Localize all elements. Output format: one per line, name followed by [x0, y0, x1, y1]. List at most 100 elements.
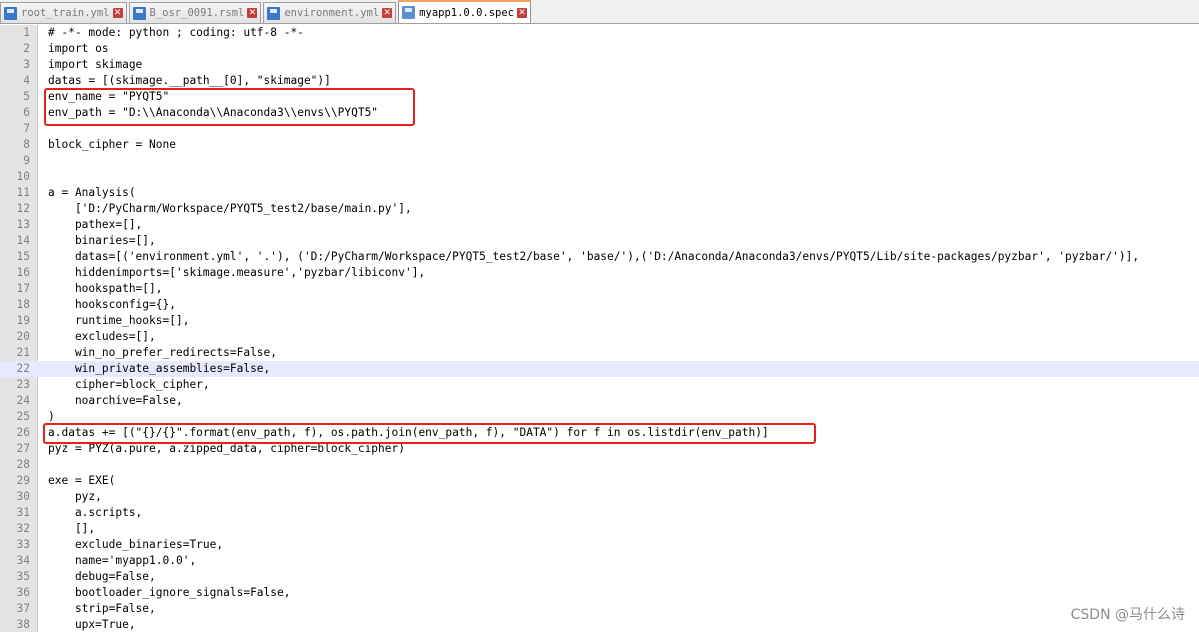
line-number: 13 — [16, 218, 30, 231]
code-text: [], — [48, 522, 96, 535]
line-number: 18 — [16, 298, 30, 311]
line-number: 3 — [23, 58, 30, 71]
code-text: datas = [(skimage.__path__[0], "skimage"… — [48, 74, 331, 87]
code-text: pathex=[], — [48, 218, 143, 231]
code-line[interactable]: 8 block_cipher = None — [0, 137, 1199, 153]
code-text: noarchive=False, — [48, 394, 183, 407]
code-line[interactable]: 36 bootloader_ignore_signals=False, — [0, 585, 1199, 601]
code-line[interactable]: 27 pyz = PYZ(a.pure, a.zipped_data, ciphe… — [0, 441, 1199, 457]
watermark: CSDN @马什么诗 — [1070, 607, 1185, 623]
code-line[interactable]: 6 env_path = "D:\\Anaconda\\Anaconda3\\en… — [0, 105, 1199, 121]
code-text: upx=True, — [48, 618, 136, 631]
code-line[interactable]: 25) — [0, 409, 1199, 425]
tab-label: root_train.yml — [21, 7, 110, 19]
code-line[interactable]: 32 [], — [0, 521, 1199, 537]
line-number: 33 — [16, 538, 30, 551]
code-text: hookspath=[], — [48, 282, 163, 295]
code-line[interactable]: 30 pyz, — [0, 489, 1199, 505]
code-text: import os — [48, 42, 109, 55]
line-number: 16 — [16, 266, 30, 279]
line-number: 35 — [16, 570, 30, 583]
code-text: runtime_hooks=[], — [48, 314, 190, 327]
tab-label: environment.yml — [284, 7, 380, 19]
code-line[interactable]: 14 binaries=[], — [0, 233, 1199, 249]
code-line[interactable]: 5 env_name = "PYQT5" — [0, 89, 1199, 105]
code-line[interactable]: 3 import skimage — [0, 57, 1199, 73]
file-icon — [4, 6, 17, 20]
close-icon[interactable]: ✕ — [247, 8, 258, 18]
code-line[interactable]: 31 a.scripts, — [0, 505, 1199, 521]
code-line[interactable]: 19 runtime_hooks=[], — [0, 313, 1199, 329]
code-line[interactable]: 38 upx=True, — [0, 617, 1199, 632]
line-number: 23 — [16, 378, 30, 391]
line-number: 8 — [23, 138, 30, 151]
code-line[interactable]: 35 debug=False, — [0, 569, 1199, 585]
code-text: cipher=block_cipher, — [48, 378, 210, 391]
tab-environment-yml[interactable]: environment.yml ✕ — [263, 2, 397, 23]
code-line[interactable]: 33 exclude_binaries=True, — [0, 537, 1199, 553]
line-number: 20 — [16, 330, 30, 343]
tab-root-train-yml[interactable]: root_train.yml ✕ — [0, 2, 127, 23]
line-number: 22 — [16, 362, 30, 375]
code-text: debug=False, — [48, 570, 156, 583]
tab-label: B_osr_0091.rsml — [149, 7, 245, 19]
line-number: 1 — [23, 26, 30, 39]
line-number: 15 — [16, 250, 30, 263]
code-line[interactable]: 34 name='myapp1.0.0', — [0, 553, 1199, 569]
line-number: 7 — [23, 122, 30, 135]
code-text: exe = EXE( — [48, 474, 116, 487]
code-line[interactable]: 23 cipher=block_cipher, — [0, 377, 1199, 393]
code-line[interactable]: 20 excludes=[], — [0, 329, 1199, 345]
tab-myapp-spec[interactable]: myapp1.0.0.spec ✕ — [398, 0, 531, 23]
code-line[interactable]: 2 import os — [0, 41, 1199, 57]
tab-b-osr-0091-rsml[interactable]: B_osr_0091.rsml ✕ — [128, 2, 262, 23]
code-line[interactable]: 11 a = Analysis( — [0, 185, 1199, 201]
code-line[interactable]: 1 # -*- mode: python ; coding: utf-8 -*- — [0, 25, 1199, 41]
line-number: 17 — [16, 282, 30, 295]
file-icon — [402, 6, 416, 19]
code-text: exclude_binaries=True, — [48, 538, 224, 551]
code-text: hooksconfig={}, — [48, 298, 176, 311]
code-text: datas=[('environment.yml', '.'), ('D:/Py… — [48, 250, 1140, 263]
code-line[interactable]: 24 noarchive=False, — [0, 393, 1199, 409]
line-number: 26 — [16, 426, 30, 439]
code-line[interactable]: 12 ['D:/PyCharm/Workspace/PYQT5_test2/ba… — [0, 201, 1199, 217]
code-line[interactable]: 9 — [0, 153, 1199, 169]
close-icon[interactable]: ✕ — [517, 7, 527, 18]
line-number: 25 — [16, 410, 30, 423]
code-line[interactable]: 28 — [0, 457, 1199, 473]
line-number: 27 — [16, 442, 30, 455]
code-line[interactable]: 22 win_private_assemblies=False, — [0, 361, 1199, 377]
code-lines: 1 # -*- mode: python ; coding: utf-8 -*- 2… — [0, 25, 1199, 632]
close-icon[interactable]: ✕ — [112, 8, 123, 18]
code-line[interactable]: 13 pathex=[], — [0, 217, 1199, 233]
code-text: ['D:/PyCharm/Workspace/PYQT5_test2/base/… — [48, 202, 412, 215]
code-editor[interactable]: 1 # -*- mode: python ; coding: utf-8 -*- 2… — [0, 25, 1199, 632]
code-line[interactable]: 26 a.datas += [("{}/{}".format(env_path, … — [0, 425, 1199, 441]
code-text: bootloader_ignore_signals=False, — [48, 586, 291, 599]
code-line[interactable]: 10 — [0, 169, 1199, 185]
code-text: ) — [48, 410, 55, 423]
code-line[interactable]: 17 hookspath=[], — [0, 281, 1199, 297]
code-line[interactable]: 4 datas = [(skimage.__path__[0], "skimage… — [0, 73, 1199, 89]
close-icon[interactable]: ✕ — [382, 8, 393, 18]
code-text: win_private_assemblies=False, — [48, 362, 271, 375]
line-number: 19 — [16, 314, 30, 327]
line-number: 30 — [16, 490, 30, 503]
file-icon — [132, 6, 146, 20]
code-line[interactable]: 15 datas=[('environment.yml', '.'), ('D:… — [0, 249, 1199, 265]
code-line[interactable]: 18 hooksconfig={}, — [0, 297, 1199, 313]
code-text: env_path = "D:\\Anaconda\\Anaconda3\\env… — [48, 106, 379, 119]
code-line[interactable]: 21 win_no_prefer_redirects=False, — [0, 345, 1199, 361]
tab-bar: root_train.yml ✕ B_osr_0091.rsml ✕ envir… — [0, 0, 1199, 24]
code-line[interactable]: 7 — [0, 121, 1199, 137]
code-line[interactable]: 37 strip=False, — [0, 601, 1199, 617]
code-text: excludes=[], — [48, 330, 156, 343]
code-text: a.scripts, — [48, 506, 143, 519]
code-text: hiddenimports=['skimage.measure','pyzbar… — [48, 266, 426, 279]
line-number: 31 — [16, 506, 30, 519]
code-line[interactable]: 16 hiddenimports=['skimage.measure','pyz… — [0, 265, 1199, 281]
code-text: env_name = "PYQT5" — [48, 90, 170, 103]
code-text: # -*- mode: python ; coding: utf-8 -*- — [48, 26, 304, 39]
code-line[interactable]: 29 exe = EXE( — [0, 473, 1199, 489]
